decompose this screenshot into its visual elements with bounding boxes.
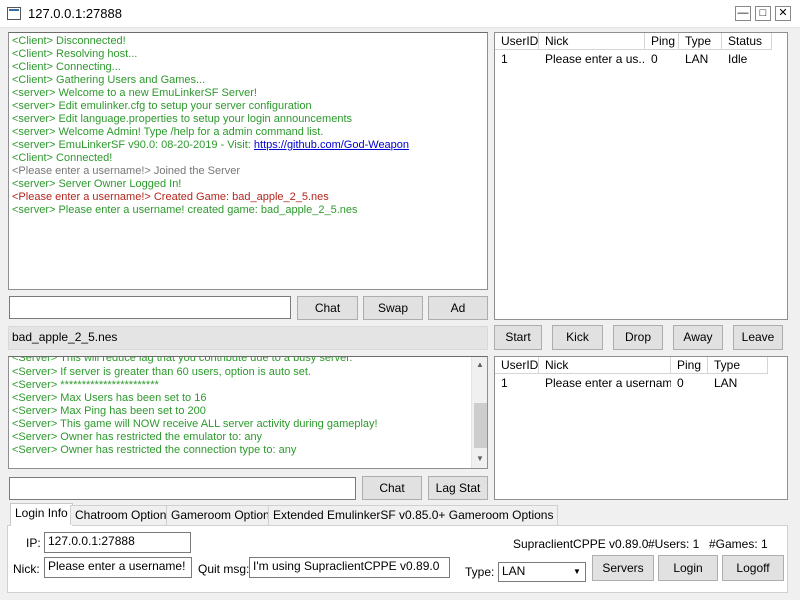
tab-login-info[interactable]: Login Info <box>10 503 73 526</box>
log-line: <Client> Gathering Users and Games... <box>12 74 206 86</box>
quit-msg-label: Quit msg: <box>198 562 250 576</box>
game-log[interactable]: <Server> This will reduce lag that you c… <box>8 356 488 469</box>
column-header-ping[interactable]: Ping <box>645 33 679 50</box>
chat-input[interactable] <box>9 296 291 319</box>
game-log-line: <Server> Max Ping has been set to 200 <box>12 405 206 417</box>
window-title: 127.0.0.1:27888 <box>28 6 122 21</box>
game-chat-button[interactable]: Chat <box>362 476 422 500</box>
log-line: <Client> Disconnected! <box>12 35 126 47</box>
game-log-line: <Server> Max Users has been set to 16 <box>12 392 207 404</box>
game-log-line: <Server> *********************** <box>12 379 159 391</box>
column-header-type[interactable]: Type <box>708 357 768 374</box>
log-line: <server> Edit language.properties to set… <box>12 113 352 125</box>
log-line: <server> Server Owner Logged In! <box>12 178 182 190</box>
user-row-id[interactable]: 1 <box>495 51 539 67</box>
minimize-button[interactable]: — <box>735 6 751 21</box>
ad-button[interactable]: Ad <box>428 296 488 320</box>
game-log-line: <Server> If server is greater than 60 us… <box>12 366 311 378</box>
game-name-field: bad_apple_2_5.nes <box>8 326 488 350</box>
game-user-row-type[interactable]: LAN <box>708 375 768 391</box>
close-button[interactable]: ✕ <box>775 6 791 21</box>
type-select[interactable]: LAN ▼ <box>498 562 586 582</box>
leave-button[interactable]: Leave <box>733 325 783 350</box>
game-chat-input[interactable] <box>9 477 356 500</box>
game-log-line: <Server> This game will NOW receive ALL … <box>12 418 378 430</box>
log-line: <server> Please enter a username! create… <box>12 204 358 216</box>
column-header-status[interactable]: Status <box>722 33 772 50</box>
column-header-ping[interactable]: Ping <box>671 357 708 374</box>
log-line: <Please enter a username!> Created Game:… <box>12 191 329 203</box>
nick-label: Nick: <box>13 562 40 576</box>
user-row-ping[interactable]: 0 <box>645 51 679 67</box>
user-row-type[interactable]: LAN <box>679 51 722 67</box>
user-row-nick[interactable]: Please enter a us... <box>539 51 645 67</box>
log-line: <Client> Connected! <box>12 152 113 164</box>
log-line-text: <server> EmuLinkerSF v90.0: 08-20-2019 -… <box>12 139 254 151</box>
log-line: <server> Edit emulinker.cfg to setup you… <box>12 100 312 112</box>
users-list[interactable]: UserID Nick Ping Type Status 1 Please en… <box>494 32 788 320</box>
users-count: #Users: 1 <box>648 537 700 551</box>
chevron-down-icon[interactable]: ▼ <box>570 564 584 580</box>
maximize-button[interactable]: □ <box>755 6 771 21</box>
game-log-scrollbar[interactable]: ▲ ▼ <box>471 357 487 468</box>
column-header-nick[interactable]: Nick <box>539 357 671 374</box>
github-link[interactable]: https://github.com/God-Weapon <box>254 139 409 151</box>
column-header-type[interactable]: Type <box>679 33 722 50</box>
scroll-up-icon[interactable]: ▲ <box>472 357 487 373</box>
game-log-line: <Server> Owner has restricted the emulat… <box>12 431 263 443</box>
game-user-row-id[interactable]: 1 <box>495 375 539 391</box>
column-header-userid[interactable]: UserID <box>495 357 539 374</box>
type-label: Type: <box>465 565 495 579</box>
type-select-value: LAN <box>502 564 526 578</box>
server-log[interactable]: <Client> Disconnected! <Client> Resolvin… <box>8 32 488 290</box>
kick-button[interactable]: Kick <box>552 325 603 350</box>
log-line-with-link: <server> EmuLinkerSF v90.0: 08-20-2019 -… <box>12 139 409 152</box>
app-window-icon <box>7 7 21 20</box>
game-log-line: <Server> This will reduce lag that you c… <box>12 356 353 364</box>
client-version: SupraclientCPPE v0.89.0 <box>513 537 649 551</box>
chat-button[interactable]: Chat <box>297 296 358 320</box>
quit-msg-input[interactable]: I'm using SupraclientCPPE v0.89.0 <box>249 557 450 578</box>
swap-button[interactable]: Swap <box>363 296 423 320</box>
scroll-thumb[interactable] <box>474 403 487 448</box>
drop-button[interactable]: Drop <box>613 325 663 350</box>
game-user-row-ping[interactable]: 0 <box>671 375 708 391</box>
tab-chatroom-options[interactable]: Chatroom Options <box>70 505 178 525</box>
tab-extended-gameroom-options[interactable]: Extended EmulinkerSF v0.85.0+ Gameroom O… <box>268 505 559 525</box>
scroll-down-icon[interactable]: ▼ <box>472 451 487 467</box>
column-header-userid[interactable]: UserID <box>495 33 539 50</box>
game-log-line: <Server> Owner has restricted the connec… <box>12 444 297 456</box>
game-users-list[interactable]: UserID Nick Ping Type 1 Please enter a u… <box>494 356 788 500</box>
servers-button[interactable]: Servers <box>592 555 654 581</box>
user-row-status[interactable]: Idle <box>722 51 772 67</box>
lag-stat-button[interactable]: Lag Stat <box>428 476 488 500</box>
tab-gameroom-options[interactable]: Gameroom Options <box>166 505 281 525</box>
away-button[interactable]: Away <box>673 325 723 350</box>
log-line: <Client> Resolving host... <box>12 48 138 60</box>
nick-input[interactable]: Please enter a username! <box>44 557 192 578</box>
column-header-nick[interactable]: Nick <box>539 33 645 50</box>
title-bar: 127.0.0.1:27888 — □ ✕ <box>0 0 800 28</box>
game-user-row-nick[interactable]: Please enter a username! <box>539 375 671 391</box>
log-line: <Client> Connecting... <box>12 61 121 73</box>
ip-input[interactable]: 127.0.0.1:27888 <box>44 532 191 553</box>
log-line: <server> Welcome to a new EmuLinkerSF Se… <box>12 87 257 99</box>
start-button[interactable]: Start <box>494 325 542 350</box>
logoff-button[interactable]: Logoff <box>722 555 784 581</box>
ip-label: IP: <box>26 536 41 550</box>
login-button[interactable]: Login <box>658 555 718 581</box>
games-count: #Games: 1 <box>709 537 768 551</box>
log-line: <server> Welcome Admin! Type /help for a… <box>12 126 324 138</box>
log-line: <Please enter a username!> Joined the Se… <box>12 165 241 177</box>
